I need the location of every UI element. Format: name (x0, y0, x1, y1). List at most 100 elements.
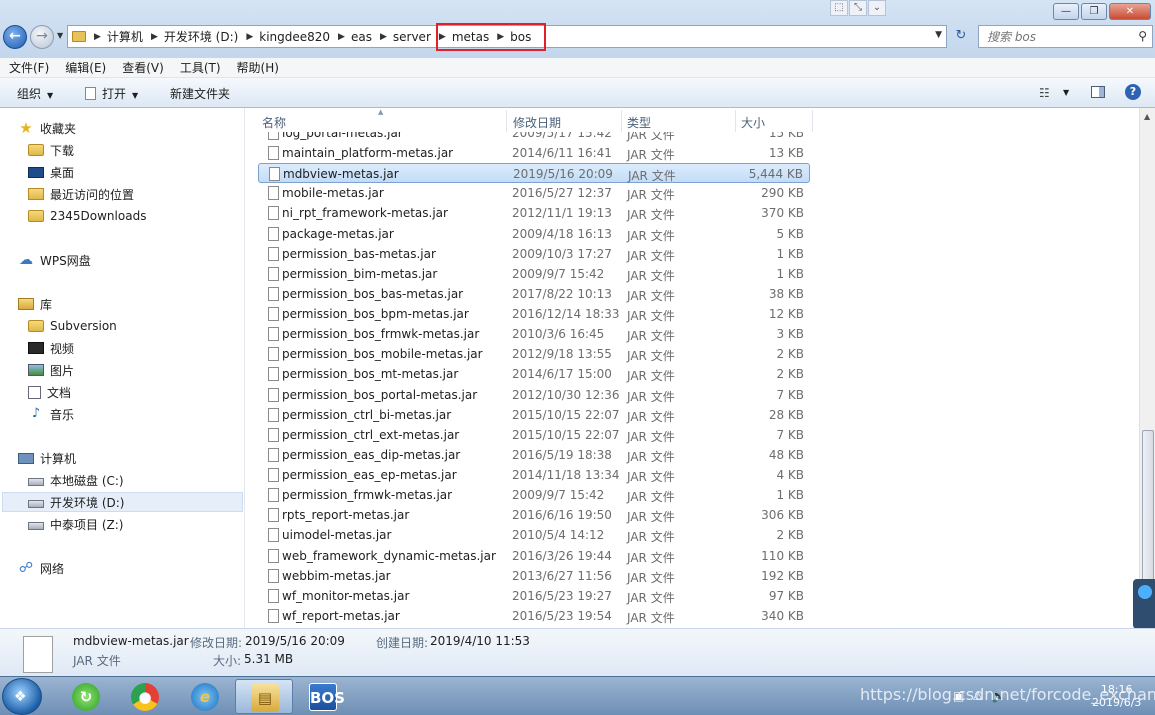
forward-button[interactable]: → (30, 25, 54, 49)
new-folder-button[interactable]: 新建文件夹 (170, 85, 230, 102)
file-row[interactable]: package-metas.jar 2009/4/18 16:13 JAR 文件 5 … (258, 224, 810, 244)
refresh-icon[interactable]: ↻ (951, 26, 971, 47)
breadcrumb-server[interactable]: server (393, 30, 431, 44)
minimize-button[interactable]: — (1053, 3, 1079, 20)
taskbar-explorer[interactable]: ▤ (235, 679, 293, 714)
file-row[interactable]: permission_bos_frmwk-metas.jar 2010/3/6 1… (258, 324, 810, 344)
breadcrumb-eas[interactable]: eas (351, 30, 372, 44)
file-row[interactable]: mobile-metas.jar 2016/5/27 12:37 JAR 文件 290… (258, 183, 810, 203)
search-icon[interactable]: ⚲ (1138, 29, 1147, 43)
file-row[interactable]: permission_frmwk-metas.jar 2009/9/7 15:42… (258, 485, 810, 505)
vertical-scrollbar[interactable]: ▲ (1139, 108, 1155, 628)
file-row[interactable]: permission_ctrl_ext-metas.jar 2015/10/15 … (258, 425, 810, 445)
navigation-pane: ★ 收藏夹 下载 桌面 最近访问的位置 2345Downloads ☁ WPS网盘 … (0, 108, 245, 628)
column-divider[interactable] (812, 110, 813, 132)
search-box[interactable]: ⚲ (978, 25, 1153, 48)
chevron-down-icon[interactable]: ▼ (1063, 88, 1069, 97)
file-row[interactable]: permission_bos_bas-metas.jar 2017/8/22 10… (258, 284, 810, 304)
organize-button[interactable]: 组织 ▼ (17, 85, 53, 102)
column-divider[interactable] (621, 110, 622, 132)
nav-2345downloads[interactable]: 2345Downloads (28, 206, 146, 226)
file-row[interactable]: permission_bos_bpm-metas.jar 2016/12/14 1… (258, 304, 810, 324)
breadcrumb-kingdee820[interactable]: kingdee820 (259, 30, 330, 44)
column-date[interactable]: 修改日期 (513, 114, 561, 131)
chevron-right-icon[interactable]: ▶ (338, 32, 345, 42)
column-type[interactable]: 类型 (627, 114, 651, 131)
breadcrumb-drive-d[interactable]: 开发环境 (D:) (164, 28, 238, 45)
column-divider[interactable] (506, 110, 507, 132)
scroll-up-icon[interactable]: ▲ (1144, 112, 1150, 121)
taskbar-bos[interactable]: BOS (294, 679, 352, 714)
nav-wps-drive[interactable]: ☁ WPS网盘 (18, 250, 91, 270)
preview-pane-icon[interactable] (1091, 86, 1105, 98)
chevron-right-icon[interactable]: ▶ (94, 32, 101, 42)
taskbar-360-browser[interactable]: ↻ (57, 679, 115, 714)
file-row[interactable]: permission_bos_mt-metas.jar 2014/6/17 15:… (258, 364, 810, 384)
nav-favorites[interactable]: ★ 收藏夹 (18, 118, 76, 138)
nav-recent-places[interactable]: 最近访问的位置 (28, 184, 134, 204)
file-row[interactable]: permission_eas_dip-metas.jar 2016/5/19 18… (258, 445, 810, 465)
file-row[interactable]: web_framework_dynamic-metas.jar 2016/3/26… (258, 546, 810, 566)
chevron-right-icon[interactable]: ▶ (151, 32, 158, 42)
file-row[interactable]: wf_report-metas.jar 2016/5/23 19:54 JAR 文件… (258, 606, 810, 626)
side-dock-widget[interactable] (1133, 579, 1155, 629)
nav-drive-d[interactable]: 开发环境 (D:) (2, 492, 243, 512)
nav-downloads[interactable]: 下载 (28, 140, 74, 160)
file-row[interactable]: permission_ctrl_bi-metas.jar 2015/10/15 2… (258, 405, 810, 425)
menu-edit[interactable]: 编辑(E) (65, 59, 106, 76)
chevron-right-icon[interactable]: ▶ (380, 32, 387, 42)
file-row[interactable]: webbim-metas.jar 2013/6/27 11:56 JAR 文件 192… (258, 566, 810, 586)
nav-desktop[interactable]: 桌面 (28, 162, 74, 182)
nav-pictures[interactable]: 图片 (28, 360, 74, 380)
file-row[interactable]: permission_eas_ep-metas.jar 2014/11/18 13… (258, 465, 810, 485)
menu-view[interactable]: 查看(V) (122, 59, 164, 76)
nav-drive-z[interactable]: 中泰项目 (Z:) (28, 514, 123, 534)
recent-pages-dropdown[interactable]: ▼ (57, 31, 63, 40)
column-name[interactable]: 名称 (262, 114, 286, 131)
chevron-right-icon[interactable]: ▶ (246, 32, 253, 42)
open-button[interactable]: 打开 ▼ (85, 85, 138, 102)
file-row[interactable]: rpts_report-metas.jar 2016/6/16 19:50 JAR … (258, 505, 810, 525)
file-row[interactable]: maintain_platform-metas.jar 2014/6/11 16:… (258, 143, 810, 163)
address-bar[interactable]: ▶ 计算机 ▶ 开发环境 (D:) ▶ kingdee820 ▶ eas ▶ s… (67, 25, 947, 48)
restore-button[interactable]: ❐ (1081, 3, 1107, 20)
start-button[interactable]: ❖ (2, 678, 42, 715)
nav-drive-c[interactable]: 本地磁盘 (C:) (28, 470, 124, 490)
help-icon[interactable]: ? (1125, 84, 1141, 100)
menu-tools[interactable]: 工具(T) (180, 59, 221, 76)
mini-tool-1[interactable]: ⬚ (830, 0, 848, 16)
taskbar-chrome[interactable]: ● (116, 679, 174, 714)
file-row[interactable]: permission_bas-metas.jar 2009/10/3 17:27 J… (258, 244, 810, 264)
column-size[interactable]: 大小 (741, 114, 765, 131)
back-button[interactable]: ← (3, 25, 27, 49)
nav-videos[interactable]: 视频 (28, 338, 74, 358)
taskbar-ie[interactable]: e (176, 679, 234, 714)
file-row[interactable]: permission_bos_portal-metas.jar 2012/10/3… (258, 385, 810, 405)
breadcrumb-computer[interactable]: 计算机 (107, 28, 143, 45)
search-input[interactable] (979, 26, 1124, 47)
file-row[interactable]: ni_rpt_framework-metas.jar 2012/11/1 19:1… (258, 203, 810, 223)
file-row[interactable]: permission_bim-metas.jar 2009/9/7 15:42 JA… (258, 264, 810, 284)
mini-tool-3[interactable]: ⌄ (868, 0, 886, 16)
nav-documents[interactable]: 文档 (28, 382, 71, 402)
chevron-right-icon[interactable]: ▶ (497, 32, 504, 42)
mini-tool-2[interactable]: ⤡ (849, 0, 867, 16)
column-divider[interactable] (735, 110, 736, 132)
file-row[interactable]: permission_bos_mobile-metas.jar 2012/9/18… (258, 344, 810, 364)
nav-computer[interactable]: 计算机 (18, 448, 76, 468)
nav-network[interactable]: ☍ 网络 (18, 558, 64, 578)
file-row[interactable]: uimodel-metas.jar 2010/5/4 14:12 JAR 文件 2 K… (258, 525, 810, 545)
menu-help[interactable]: 帮助(H) (237, 59, 279, 76)
menu-file[interactable]: 文件(F) (9, 59, 49, 76)
nav-libraries[interactable]: 库 (18, 294, 52, 314)
breadcrumb-metas[interactable]: metas (452, 30, 489, 44)
view-options-icon[interactable]: ☷ (1039, 86, 1050, 100)
file-row[interactable]: wf_monitor-metas.jar 2016/5/23 19:27 JAR 文… (258, 586, 810, 606)
chevron-right-icon[interactable]: ▶ (439, 32, 446, 42)
nav-music[interactable]: ♪ 音乐 (28, 404, 74, 424)
file-row[interactable]: mdbview-metas.jar 2019/5/16 20:09 JAR 文件 5,… (258, 163, 810, 184)
nav-subversion[interactable]: Subversion (28, 316, 117, 336)
chevron-down-icon[interactable]: ▼ (935, 30, 942, 40)
breadcrumb-bos[interactable]: bos (510, 30, 531, 44)
close-button[interactable]: ✕ (1109, 3, 1151, 20)
